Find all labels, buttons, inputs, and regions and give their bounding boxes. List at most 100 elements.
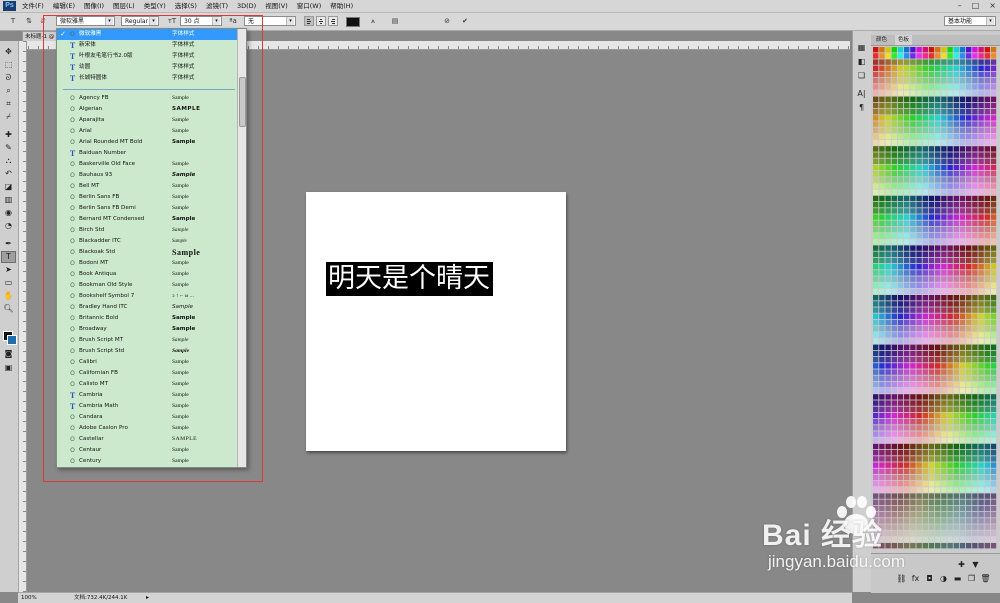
color-swatch[interactable] <box>953 462 959 468</box>
color-swatch[interactable] <box>916 177 922 183</box>
color-swatch[interactable] <box>873 338 879 344</box>
color-swatch[interactable] <box>959 512 966 518</box>
color-swatch[interactable] <box>972 319 978 326</box>
color-swatch[interactable] <box>885 65 891 71</box>
color-swatch[interactable] <box>885 369 891 375</box>
color-swatch[interactable] <box>959 350 966 357</box>
color-swatch[interactable] <box>966 375 972 381</box>
color-swatch[interactable] <box>935 78 941 84</box>
maximize-icon[interactable]: □ <box>972 0 980 12</box>
color-swatch[interactable] <box>978 505 984 512</box>
color-swatch[interactable] <box>873 115 879 121</box>
color-swatch[interactable] <box>959 133 966 140</box>
color-swatch[interactable] <box>879 245 885 251</box>
color-swatch[interactable] <box>904 412 910 419</box>
color-swatch[interactable] <box>904 431 910 437</box>
color-swatch[interactable] <box>897 419 904 425</box>
color-swatch[interactable] <box>885 350 891 357</box>
color-swatch[interactable] <box>966 239 972 245</box>
font-list-item[interactable]: O Adobe Caslon Pro Sample <box>57 423 237 434</box>
color-swatch[interactable] <box>947 468 953 474</box>
color-swatch[interactable] <box>959 195 966 202</box>
color-swatch[interactable] <box>928 152 935 158</box>
color-swatch[interactable] <box>879 177 885 183</box>
color-swatch[interactable] <box>879 437 885 443</box>
color-swatch[interactable] <box>978 84 984 90</box>
color-swatch[interactable] <box>891 474 897 481</box>
color-swatch[interactable] <box>947 164 953 171</box>
color-swatch[interactable] <box>972 332 978 338</box>
color-swatch[interactable] <box>978 189 984 195</box>
color-swatch[interactable] <box>935 412 941 419</box>
color-swatch[interactable] <box>910 388 916 394</box>
color-swatch[interactable] <box>897 288 904 295</box>
color-swatch[interactable] <box>935 158 941 164</box>
color-swatch[interactable] <box>922 140 928 146</box>
color-swatch[interactable] <box>978 313 984 319</box>
color-swatch[interactable] <box>941 313 947 319</box>
color-swatch[interactable] <box>966 319 972 326</box>
color-swatch[interactable] <box>885 90 891 96</box>
color-swatch[interactable] <box>966 276 972 282</box>
color-swatch[interactable] <box>897 53 904 59</box>
color-swatch[interactable] <box>972 109 978 115</box>
color-swatch[interactable] <box>922 133 928 140</box>
color-swatch[interactable] <box>922 481 928 487</box>
color-swatch[interactable] <box>885 140 891 146</box>
color-swatch[interactable] <box>904 468 910 474</box>
color-swatch[interactable] <box>922 226 928 233</box>
color-swatch[interactable] <box>984 536 990 543</box>
color-swatch[interactable] <box>897 90 904 96</box>
color-swatch[interactable] <box>928 468 935 474</box>
color-swatch[interactable] <box>978 363 984 369</box>
font-list-item[interactable]: O Bell MT Sample <box>57 181 237 192</box>
color-swatch[interactable] <box>922 332 928 338</box>
color-swatch[interactable] <box>935 251 941 257</box>
color-swatch[interactable] <box>953 152 959 158</box>
color-swatch[interactable] <box>941 220 947 226</box>
color-swatch[interactable] <box>904 400 910 406</box>
color-swatch[interactable] <box>897 319 904 326</box>
color-swatch[interactable] <box>922 121 928 127</box>
color-swatch[interactable] <box>966 394 972 400</box>
menu-item[interactable]: 图层(L) <box>113 0 135 12</box>
color-swatch[interactable] <box>947 344 953 350</box>
color-swatch[interactable] <box>953 257 959 264</box>
color-swatch[interactable] <box>916 437 922 443</box>
color-swatch[interactable] <box>922 78 928 84</box>
font-list-item[interactable]: O Blackoak Std Sample <box>57 247 237 258</box>
color-swatch[interactable] <box>897 233 904 239</box>
color-swatch[interactable] <box>972 202 978 208</box>
color-swatch[interactable] <box>916 388 922 394</box>
color-swatch[interactable] <box>885 214 891 220</box>
color-swatch[interactable] <box>935 350 941 357</box>
color-swatch[interactable] <box>885 295 891 301</box>
color-swatch[interactable] <box>879 369 885 375</box>
color-swatch[interactable] <box>984 332 990 338</box>
color-swatch[interactable] <box>910 264 916 270</box>
color-swatch[interactable] <box>885 313 891 319</box>
color-swatch[interactable] <box>959 220 966 226</box>
dodge-tool-icon[interactable]: ◔ <box>2 221 15 231</box>
color-swatch[interactable] <box>928 369 935 375</box>
color-swatch[interactable] <box>972 282 978 288</box>
color-swatch[interactable] <box>959 96 966 102</box>
color-swatch[interactable] <box>891 481 897 487</box>
color-swatch[interactable] <box>953 121 959 127</box>
color-swatch[interactable] <box>935 152 941 158</box>
color-swatch[interactable] <box>978 164 984 171</box>
color-swatch[interactable] <box>891 183 897 189</box>
color-swatch[interactable] <box>972 499 978 505</box>
color-swatch[interactable] <box>953 381 959 388</box>
color-swatch[interactable] <box>990 183 997 189</box>
color-swatch[interactable] <box>879 96 885 102</box>
color-swatch[interactable] <box>935 468 941 474</box>
color-swatch[interactable] <box>972 270 978 276</box>
color-swatch[interactable] <box>897 146 904 152</box>
color-swatch[interactable] <box>879 214 885 220</box>
color-swatch[interactable] <box>972 543 978 549</box>
color-swatch[interactable] <box>941 109 947 115</box>
color-swatch[interactable] <box>972 505 978 512</box>
color-swatch[interactable] <box>873 276 879 282</box>
color-swatch[interactable] <box>972 288 978 295</box>
